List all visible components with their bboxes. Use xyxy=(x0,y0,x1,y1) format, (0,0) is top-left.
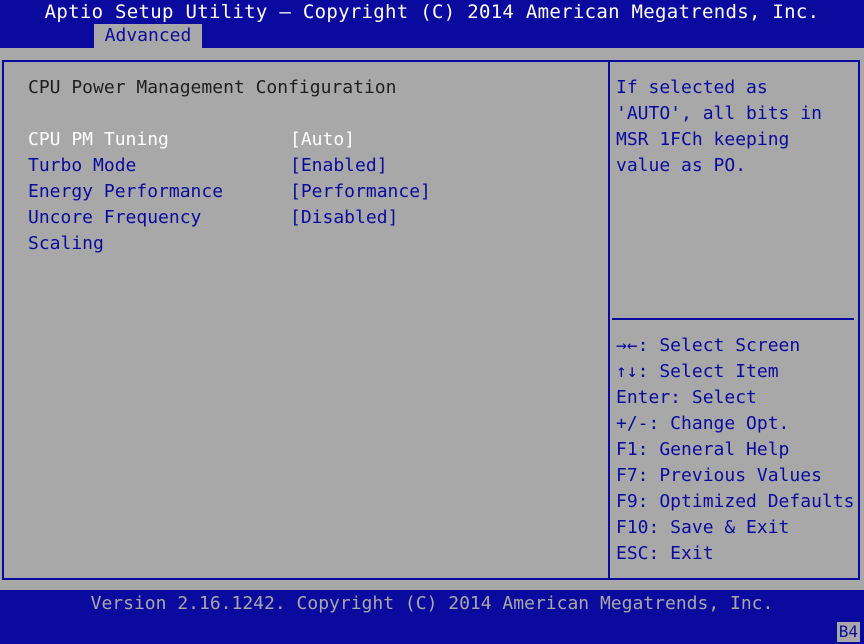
version-text: Version 2.16.1242. Copyright (C) 2014 Am… xyxy=(90,593,774,614)
key-hint-select-item: ↑↓: Select Item xyxy=(616,361,779,382)
title-bar: Aptio Setup Utility – Copyright (C) 2014… xyxy=(0,0,864,48)
help-description-line: If selected as xyxy=(616,77,768,98)
option-label-uncore-frequency[interactable]: Uncore Frequency xyxy=(28,206,201,230)
main-area: CPU Power Management Configuration CPU P… xyxy=(0,48,864,590)
key-hint-previous-values: F7: Previous Values xyxy=(616,465,822,486)
tab-advanced[interactable]: Advanced xyxy=(94,24,202,48)
key-hint-save-exit: F10: Save & Exit xyxy=(616,517,790,538)
key-hint-select-screen: →←: Select Screen xyxy=(616,335,801,356)
option-value-cpu-pm-tuning[interactable]: [Auto] xyxy=(290,128,355,152)
key-hint-enter: Enter: Select xyxy=(616,387,757,408)
help-description-line: 'AUTO', all bits in xyxy=(616,103,822,124)
option-value-uncore-frequency[interactable]: [Disabled] xyxy=(290,206,398,230)
post-code-badge: B4 xyxy=(836,622,860,642)
option-label-turbo-mode[interactable]: Turbo Mode xyxy=(28,154,136,178)
help-divider xyxy=(612,318,854,320)
key-hint-change-opt: +/-: Change Opt. xyxy=(616,413,790,434)
help-description-line: value as PO. xyxy=(616,155,747,176)
option-label-uncore-frequency-scaling[interactable]: Scaling xyxy=(28,232,104,256)
footer-bar: Version 2.16.1242. Copyright (C) 2014 Am… xyxy=(0,590,864,644)
app-title: Aptio Setup Utility – Copyright (C) 2014… xyxy=(44,1,820,23)
page-title: CPU Power Management Configuration xyxy=(28,77,397,98)
option-value-turbo-mode[interactable]: [Enabled] xyxy=(290,154,388,178)
option-label-energy-performance[interactable]: Energy Performance xyxy=(28,180,223,204)
key-hint-exit: ESC: Exit xyxy=(616,543,714,564)
help-description-line: MSR 1FCh keeping xyxy=(616,129,790,150)
key-hint-general-help: F1: General Help xyxy=(616,439,790,460)
option-label-cpu-pm-tuning[interactable]: CPU PM Tuning xyxy=(28,128,169,152)
key-hint-optimized-defaults: F9: Optimized Defaults xyxy=(616,491,855,512)
option-value-energy-performance[interactable]: [Performance] xyxy=(290,180,431,204)
